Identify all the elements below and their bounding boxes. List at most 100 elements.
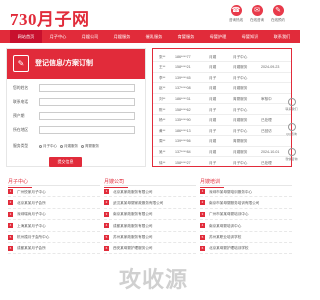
nav-knowledge[interactable]: 母婴知识 [234,30,266,43]
list-cell: 186****13 [175,128,191,133]
list-cell: 赵** [159,86,166,91]
list-cell: 158****62 [175,107,191,112]
radio-icon [39,144,42,148]
watermark: 攻收源 [119,268,189,293]
list-item[interactable]: 4 南京某母婴培训中心 [200,220,292,232]
column-nanny-companies: 月嫂公司 1 北京某家政服务有限公司 2 武汉某某母婴家政服务有限公司 3 南京某家政服务有… [104,178,196,255]
rank-badge: 2 [104,200,109,206]
list-item[interactable]: 6 西安某母婴护理服务公司 [104,243,196,255]
form-title: 登记信息/方案订制 [35,60,93,67]
list-item-label: 成都某某月子会所 [17,246,46,251]
radio-label: 月嫂服务 [64,144,78,148]
list-item-label: 深圳市某母婴培训服务中心 [209,189,253,194]
phone-field[interactable] [39,98,135,106]
list-item[interactable]: 2 武汉某某母婴家政服务有限公司 [104,197,196,209]
list-item[interactable]: 2 北京某某月子会所 [8,197,100,209]
list-cell: 吴** [159,149,166,154]
list-cell: 月子中心 [233,128,248,133]
list-item[interactable]: 1 北京某家政服务有限公司 [104,186,196,198]
submit-button[interactable]: 提交信息 [49,157,82,167]
name-field[interactable] [39,84,135,92]
list-item[interactable]: 4 上海某某月子中心 [8,220,100,232]
nav-nanny-service[interactable]: 月嫂服务 [106,30,138,43]
side-wechat-label: 微信咨询 [285,157,298,161]
nav-home[interactable]: 网站首页 [10,30,42,43]
list-cell: 158****21 [175,65,191,70]
hotline-label: 咨询热线 [229,18,243,22]
list-cell: 2024-10-01 [261,149,280,154]
nav-infant-care[interactable]: 育婴服务 [170,30,202,43]
nav-nanny-company[interactable]: 月嫂公司 [74,30,106,43]
nav-lactation-service[interactable]: 催乳服务 [138,30,170,43]
list-row: 赵** 137****08 月嫂 月嫂服务 [153,83,291,94]
list-item[interactable]: 1 广州悦家月子中心 [8,186,100,198]
list-item[interactable]: 5 苏州某职业培训学校 [200,232,292,243]
list-item-label: 北京某某月子会所 [17,200,46,205]
list-cell: 月子 [209,128,217,133]
list-item[interactable]: 5 苏州某家政服务有限公司 [104,232,196,243]
list-item[interactable]: 4 成都某家政服务有限公司 [104,220,196,232]
list-cell: 186****31 [175,96,191,101]
list-item[interactable]: 1 深圳市某母婴培训服务中心 [200,186,292,198]
list-item-label: 西安某母婴护理服务公司 [113,246,153,251]
list-item-label: 广州市某某母婴培训中心 [209,212,249,217]
list-cell: 黄** [159,128,166,133]
list-cell: 186****77 [175,54,191,59]
side-qq[interactable]: QQ咨询 [283,123,300,145]
nav-contact[interactable]: 联系我们 [266,30,298,43]
radio-option[interactable]: 育婴服务 [81,144,99,149]
list-cell: 月嫂 [209,96,217,101]
list-item-label: 南京某母婴培训中心 [209,223,242,228]
list-cell: 137****08 [175,86,191,91]
list-cell: 月嫂 [209,86,217,91]
due-date-label: 预产期 [13,114,25,118]
list-item[interactable]: 3 广州市某某母婴培训中心 [200,209,292,221]
list-cell: 杨** [159,118,166,123]
list-item[interactable]: 3 南京某家政服务有限公司 [104,209,196,221]
list-cell: 月嫂服务 [233,65,248,70]
list-cell: 徐** [159,160,166,165]
due-date-field[interactable] [39,112,135,120]
list-cell: 月子中心 [233,54,248,59]
contact-icon [287,98,296,106]
list-item-label: 南京市某母婴服务培训有限公司 [209,200,260,205]
region-field[interactable] [39,126,135,134]
list-cell: 周** [159,139,166,144]
rank-badge: 1 [104,189,109,194]
side-contact[interactable]: 联系我们 [283,98,300,120]
rank-badge: 1 [8,189,13,194]
list-item[interactable]: 5 杭州禧月子会所中心 [8,232,100,243]
column-nanny-training: 月嫂培训 1 深圳市某母婴培训服务中心 2 南京市某母婴服务培训有限公司 3 广州市某某母婴… [200,178,292,255]
list-item[interactable]: 2 南京市某母婴服务培训有限公司 [200,197,292,209]
site-logo[interactable]: 730月子网 [10,5,90,30]
radio-option[interactable]: 月嫂服务 [60,144,78,149]
list-cell: 育婴服务 [233,96,248,101]
list-item[interactable]: 6 成都某某月子会所 [8,243,100,255]
nav-confinement-center[interactable]: 月子中心 [42,30,74,43]
rank-badge: 3 [8,211,13,217]
service-type-label: 服务类型 [13,144,29,148]
nav-maternal-care[interactable]: 母婴护理 [202,30,234,43]
list-cell: 月嫂 [209,139,217,144]
column-title: 月嫂培训 [200,178,292,186]
booking-icon: ✎ [272,5,284,16]
list-cell: 陈** [159,107,166,112]
list-item[interactable]: 3 深圳瑞尚月子中心 [8,209,100,221]
list-cell: 月子中心 [233,107,248,112]
rank-badge: 6 [104,245,109,251]
list-cell: 2024-09-23 [261,65,280,70]
column-title: 月嫂公司 [104,178,196,186]
list-cell: 135****90 [175,118,191,123]
radio-option[interactable]: 月子中心 [39,144,57,149]
list-cell: 审核中 [261,96,272,101]
side-contact-label: 联系我们 [285,107,298,111]
list-item-label: 武汉某某母婴家政服务有限公司 [113,200,164,205]
booking-link[interactable]: ✎ 在线预约 [268,5,288,23]
hotline-link[interactable]: ☎ 咨询热线 [226,5,246,23]
rank-badge: 4 [200,223,205,229]
side-wechat[interactable]: 微信咨询 [283,148,300,170]
rank-badge: 6 [200,245,205,251]
chat-link[interactable]: ✉ 在线咨询 [247,5,267,23]
list-item[interactable]: 6 北京某母婴护理培训学校 [200,243,292,255]
list-item-label: 北京某家政服务有限公司 [113,189,153,194]
